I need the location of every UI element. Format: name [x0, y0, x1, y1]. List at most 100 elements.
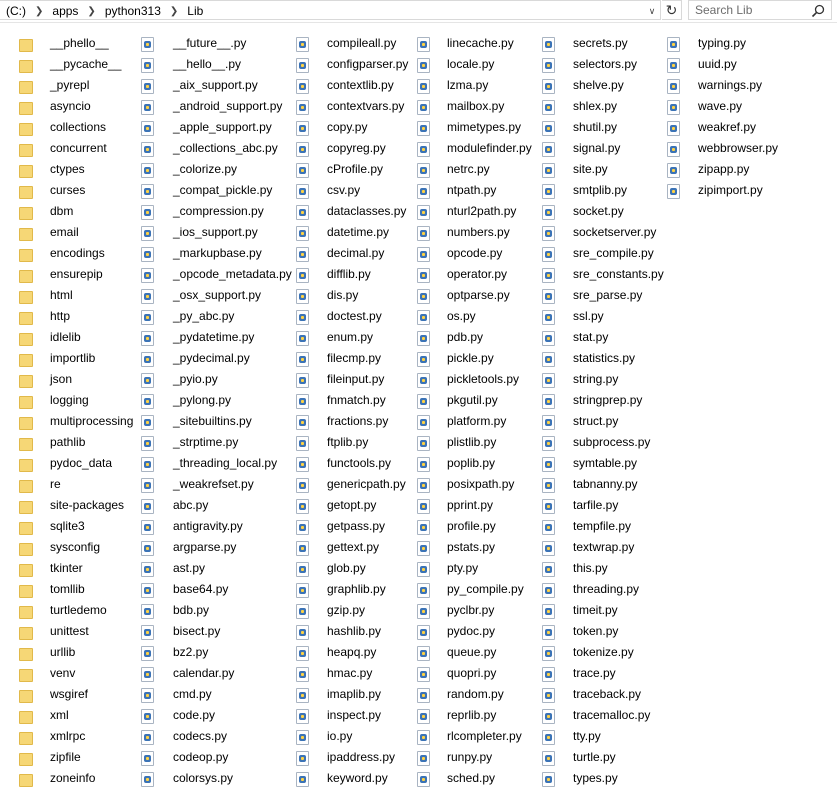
breadcrumb-drive[interactable]: (C:): [4, 4, 28, 18]
breadcrumb-apps[interactable]: apps: [50, 4, 80, 18]
file-item[interactable]: poplib.py: [416, 453, 532, 474]
file-item[interactable]: tabnanny.py: [541, 474, 664, 495]
file-item[interactable]: runpy.py: [416, 747, 532, 768]
file-item[interactable]: bdb.py: [140, 600, 292, 621]
file-item[interactable]: copy.py: [295, 117, 408, 138]
file-item[interactable]: dataclasses.py: [295, 201, 408, 222]
file-item[interactable]: this.py: [541, 558, 664, 579]
file-item[interactable]: rlcompleter.py: [416, 726, 532, 747]
file-item[interactable]: traceback.py: [541, 684, 664, 705]
folder-item[interactable]: __phello__: [18, 33, 133, 54]
folder-item[interactable]: json: [18, 369, 133, 390]
file-item[interactable]: codeop.py: [140, 747, 292, 768]
file-item[interactable]: datetime.py: [295, 222, 408, 243]
folder-item[interactable]: pathlib: [18, 432, 133, 453]
file-item[interactable]: _android_support.py: [140, 96, 292, 117]
file-item[interactable]: nturl2path.py: [416, 201, 532, 222]
file-item[interactable]: operator.py: [416, 264, 532, 285]
folder-item[interactable]: urllib: [18, 642, 133, 663]
file-item[interactable]: secrets.py: [541, 33, 664, 54]
file-item[interactable]: decimal.py: [295, 243, 408, 264]
file-item[interactable]: abc.py: [140, 495, 292, 516]
file-item[interactable]: netrc.py: [416, 159, 532, 180]
file-item[interactable]: ast.py: [140, 558, 292, 579]
file-item[interactable]: symtable.py: [541, 453, 664, 474]
file-item[interactable]: struct.py: [541, 411, 664, 432]
file-item[interactable]: _collections_abc.py: [140, 138, 292, 159]
folder-item[interactable]: encodings: [18, 243, 133, 264]
folder-item[interactable]: re: [18, 474, 133, 495]
folder-item[interactable]: curses: [18, 180, 133, 201]
file-item[interactable]: getpass.py: [295, 516, 408, 537]
folder-item[interactable]: html: [18, 285, 133, 306]
folder-item[interactable]: multiprocessing: [18, 411, 133, 432]
file-item[interactable]: turtle.py: [541, 747, 664, 768]
folder-item[interactable]: dbm: [18, 201, 133, 222]
file-item[interactable]: pdb.py: [416, 327, 532, 348]
folder-item[interactable]: asyncio: [18, 96, 133, 117]
file-item[interactable]: shelve.py: [541, 75, 664, 96]
folder-item[interactable]: logging: [18, 390, 133, 411]
file-item[interactable]: fnmatch.py: [295, 390, 408, 411]
file-item[interactable]: _ios_support.py: [140, 222, 292, 243]
file-item[interactable]: pickletools.py: [416, 369, 532, 390]
file-item[interactable]: pkgutil.py: [416, 390, 532, 411]
folder-item[interactable]: xml: [18, 705, 133, 726]
file-item[interactable]: socket.py: [541, 201, 664, 222]
file-item[interactable]: numbers.py: [416, 222, 532, 243]
refresh-icon[interactable]: ↻: [662, 0, 682, 20]
folder-item[interactable]: xmlrpc: [18, 726, 133, 747]
file-item[interactable]: _apple_support.py: [140, 117, 292, 138]
file-item[interactable]: heapq.py: [295, 642, 408, 663]
file-item[interactable]: _aix_support.py: [140, 75, 292, 96]
file-item[interactable]: _compat_pickle.py: [140, 180, 292, 201]
chevron-right-icon[interactable]: ❯: [163, 6, 185, 17]
file-item[interactable]: _weakrefset.py: [140, 474, 292, 495]
file-item[interactable]: py_compile.py: [416, 579, 532, 600]
file-item[interactable]: getopt.py: [295, 495, 408, 516]
file-item[interactable]: webbrowser.py: [666, 138, 778, 159]
folder-item[interactable]: zipfile: [18, 747, 133, 768]
folder-item[interactable]: ensurepip: [18, 264, 133, 285]
file-item[interactable]: difflib.py: [295, 264, 408, 285]
file-item[interactable]: _py_abc.py: [140, 306, 292, 327]
file-item[interactable]: pprint.py: [416, 495, 532, 516]
file-item[interactable]: contextlib.py: [295, 75, 408, 96]
file-item[interactable]: mailbox.py: [416, 96, 532, 117]
file-item[interactable]: _osx_support.py: [140, 285, 292, 306]
file-item[interactable]: token.py: [541, 621, 664, 642]
file-item[interactable]: site.py: [541, 159, 664, 180]
file-item[interactable]: _strptime.py: [140, 432, 292, 453]
file-item[interactable]: _compression.py: [140, 201, 292, 222]
file-item[interactable]: textwrap.py: [541, 537, 664, 558]
folder-item[interactable]: collections: [18, 117, 133, 138]
file-item[interactable]: pty.py: [416, 558, 532, 579]
file-item[interactable]: fractions.py: [295, 411, 408, 432]
file-item[interactable]: bz2.py: [140, 642, 292, 663]
file-item[interactable]: colorsys.py: [140, 768, 292, 789]
folder-item[interactable]: zoneinfo: [18, 768, 133, 789]
file-item[interactable]: hashlib.py: [295, 621, 408, 642]
folder-item[interactable]: idlelib: [18, 327, 133, 348]
file-item[interactable]: inspect.py: [295, 705, 408, 726]
file-item[interactable]: threading.py: [541, 579, 664, 600]
file-item[interactable]: ssl.py: [541, 306, 664, 327]
folder-item[interactable]: email: [18, 222, 133, 243]
file-item[interactable]: uuid.py: [666, 54, 778, 75]
folder-item[interactable]: turtledemo: [18, 600, 133, 621]
file-item[interactable]: pyclbr.py: [416, 600, 532, 621]
file-item[interactable]: shutil.py: [541, 117, 664, 138]
file-item[interactable]: posixpath.py: [416, 474, 532, 495]
chevron-down-icon[interactable]: ∨: [645, 3, 659, 19]
file-item[interactable]: keyword.py: [295, 768, 408, 789]
file-item[interactable]: genericpath.py: [295, 474, 408, 495]
file-item[interactable]: stringprep.py: [541, 390, 664, 411]
folder-item[interactable]: venv: [18, 663, 133, 684]
folder-item[interactable]: pydoc_data: [18, 453, 133, 474]
file-item[interactable]: _colorize.py: [140, 159, 292, 180]
file-item[interactable]: contextvars.py: [295, 96, 408, 117]
file-item[interactable]: string.py: [541, 369, 664, 390]
file-item[interactable]: sre_constants.py: [541, 264, 664, 285]
file-item[interactable]: ipaddress.py: [295, 747, 408, 768]
file-item[interactable]: _pydatetime.py: [140, 327, 292, 348]
